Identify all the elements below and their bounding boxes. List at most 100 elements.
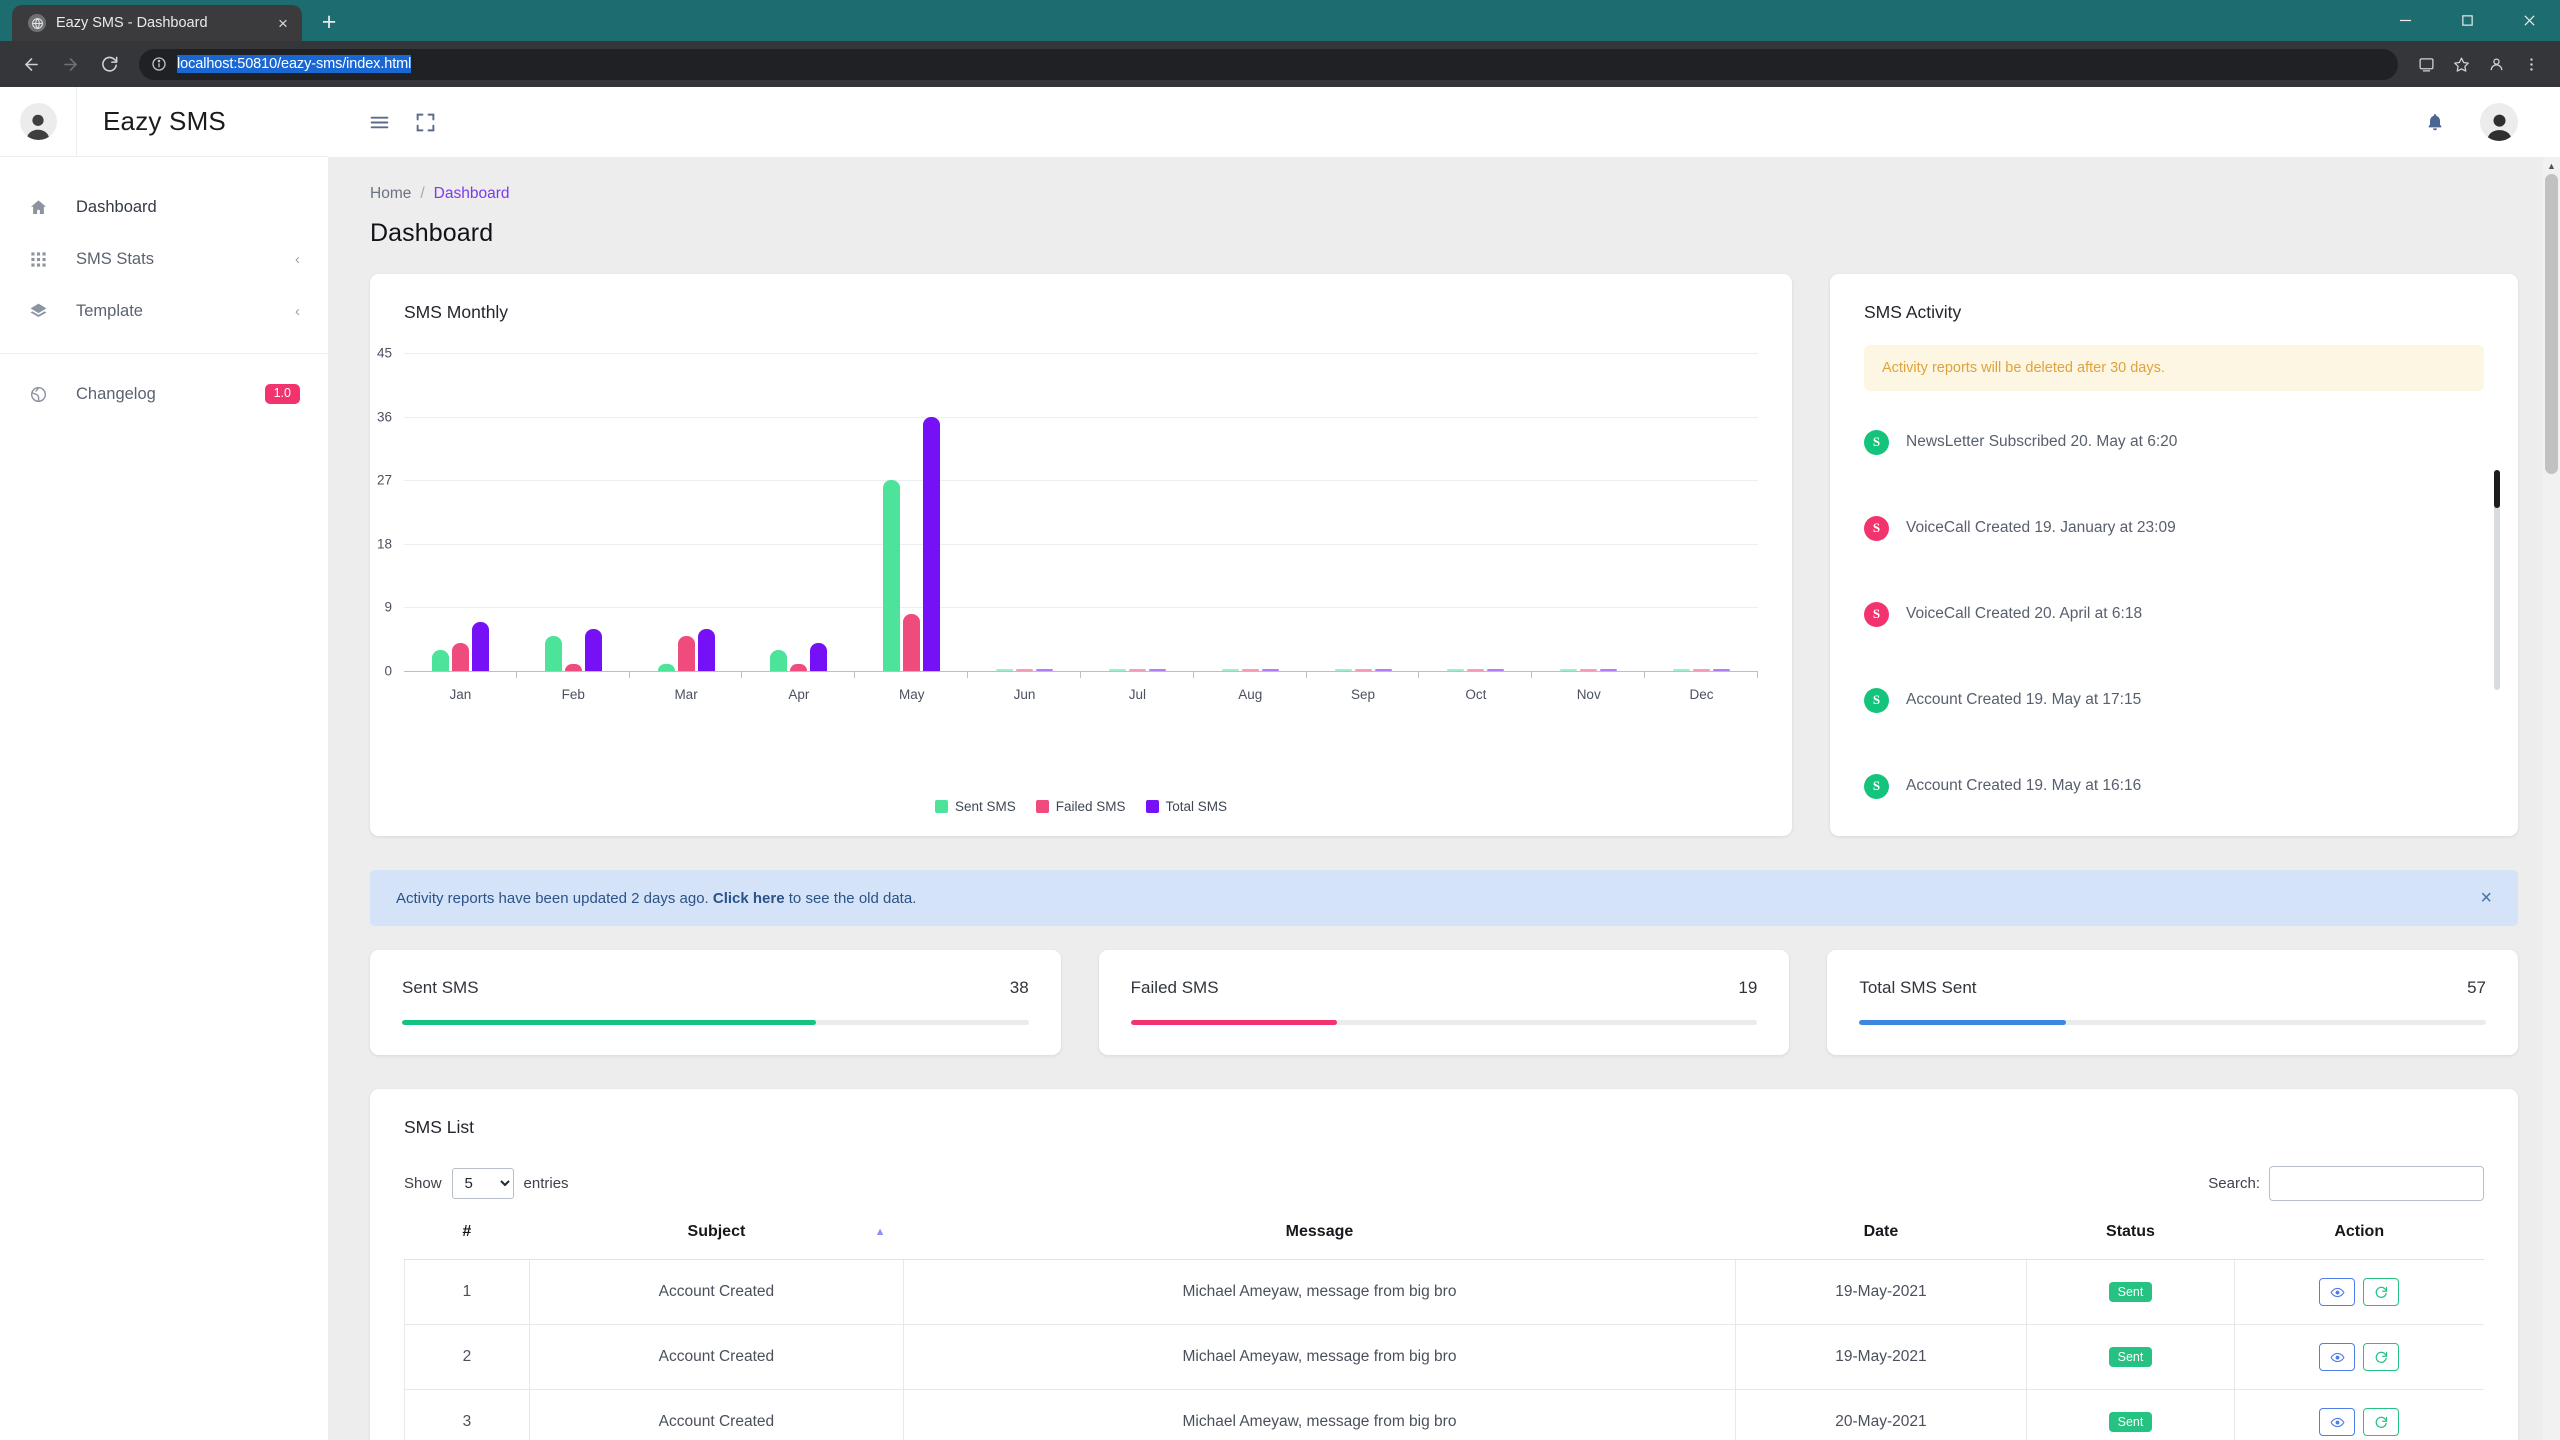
breadcrumb-home[interactable]: Home xyxy=(370,185,411,203)
back-button[interactable] xyxy=(14,47,48,81)
browser-tab[interactable]: Eazy SMS - Dashboard × xyxy=(12,5,302,41)
chart-bar[interactable] xyxy=(1036,669,1053,672)
chart-bar[interactable] xyxy=(472,622,489,671)
chart-bar[interactable] xyxy=(1129,669,1146,672)
breadcrumb-current[interactable]: Dashboard xyxy=(434,185,510,203)
sms-table-column-header[interactable]: Subject▲ xyxy=(529,1223,903,1260)
chart-bar[interactable] xyxy=(1375,669,1392,672)
refresh-icon[interactable] xyxy=(2363,1343,2399,1371)
chart-legend-item[interactable]: Sent SMS xyxy=(935,799,1016,814)
expand-icon[interactable] xyxy=(402,99,448,145)
site-info-icon[interactable] xyxy=(151,56,167,72)
chart-bar[interactable] xyxy=(810,643,827,671)
eye-icon[interactable] xyxy=(2319,1278,2355,1306)
chart-bar[interactable] xyxy=(565,664,582,671)
page-title: Dashboard xyxy=(370,219,2518,248)
chart-bar[interactable] xyxy=(1355,669,1372,672)
sms-table-column-header[interactable]: Message xyxy=(904,1223,1736,1260)
chart-bar[interactable] xyxy=(923,417,940,671)
chart-bar[interactable] xyxy=(790,664,807,671)
sms-table-column-header[interactable]: Date xyxy=(1735,1223,2026,1260)
page-scrollbar[interactable]: ▲ xyxy=(2543,157,2560,1440)
hamburger-icon[interactable] xyxy=(356,99,402,145)
chart-bar[interactable] xyxy=(585,629,602,671)
search-input[interactable] xyxy=(2269,1166,2484,1201)
sidebar-item-sms-stats[interactable]: SMS Stats ‹ xyxy=(0,233,328,285)
reload-button[interactable] xyxy=(92,47,126,81)
sidebar-item-changelog[interactable]: Changelog 1.0 xyxy=(0,368,328,420)
chart-bar[interactable] xyxy=(1560,669,1577,672)
chart-bar[interactable] xyxy=(1242,669,1259,672)
chart-bar[interactable] xyxy=(698,629,715,671)
chart-bar[interactable] xyxy=(1447,669,1464,672)
chart-bar[interactable] xyxy=(678,636,695,671)
eye-icon[interactable] xyxy=(2319,1408,2355,1436)
chart-bar[interactable] xyxy=(883,480,900,671)
activity-item[interactable]: SAccount Created 19. May at 16:16 xyxy=(1864,743,2484,829)
tab-close-icon[interactable]: × xyxy=(272,12,294,34)
chart-bar[interactable] xyxy=(1673,669,1690,672)
activity-item[interactable]: SVoiceCall Created 20. April at 6:18 xyxy=(1864,571,2484,657)
sms-table-column-header[interactable]: Action xyxy=(2234,1223,2484,1260)
page-scrollbar-thumb[interactable] xyxy=(2545,174,2558,474)
info-text-before: Activity reports have been updated 2 day… xyxy=(396,890,709,907)
chart-bar[interactable] xyxy=(1109,669,1126,672)
activity-item[interactable]: SVoiceCall Created 19. January at 23:09 xyxy=(1864,485,2484,571)
user-avatar[interactable] xyxy=(2480,103,2518,141)
close-icon[interactable]: × xyxy=(2480,888,2492,908)
chart-bar[interactable] xyxy=(432,650,449,671)
install-app-icon[interactable] xyxy=(2411,49,2441,79)
chart-legend-item[interactable]: Failed SMS xyxy=(1036,799,1126,814)
chart-bar[interactable] xyxy=(452,643,469,671)
chart-bar[interactable] xyxy=(1693,669,1710,672)
scroll-up-arrow[interactable]: ▲ xyxy=(2543,157,2560,174)
new-tab-button[interactable]: + xyxy=(312,5,346,39)
activity-scrollbar-thumb[interactable] xyxy=(2494,470,2500,508)
chart-bar[interactable] xyxy=(1600,669,1617,672)
sms-table-body: 1Account CreatedMichael Ameyaw, message … xyxy=(405,1260,2485,1440)
chart-bar[interactable] xyxy=(1580,669,1597,672)
sidebar-item-template[interactable]: Template ‹ xyxy=(0,285,328,337)
bell-icon[interactable] xyxy=(2412,99,2458,145)
chart-bar[interactable] xyxy=(545,636,562,671)
chart-legend-item[interactable]: Total SMS xyxy=(1146,799,1228,814)
activity-item[interactable]: SAccount Created 19. May at 17:15 xyxy=(1864,657,2484,743)
chart-bar[interactable] xyxy=(903,614,920,671)
page-size-select[interactable]: 5102550100 xyxy=(452,1168,514,1199)
minimize-button[interactable] xyxy=(2374,0,2436,41)
chart-bar[interactable] xyxy=(1713,669,1730,672)
sms-table-column-header[interactable]: Status xyxy=(2027,1223,2235,1260)
sms-table-column-header[interactable]: # xyxy=(405,1223,530,1260)
address-bar[interactable]: localhost:50810/eazy-sms/index.html xyxy=(139,49,2398,80)
chart-bar[interactable] xyxy=(1335,669,1352,672)
refresh-icon[interactable] xyxy=(2363,1408,2399,1436)
eye-icon[interactable] xyxy=(2319,1343,2355,1371)
browser-menu-icon[interactable] xyxy=(2516,49,2546,79)
chart-bar[interactable] xyxy=(658,664,675,671)
maximize-button[interactable] xyxy=(2436,0,2498,41)
activity-scrollbar[interactable] xyxy=(2494,470,2500,690)
sidebar-item-label: Template xyxy=(76,302,295,321)
chart-bar[interactable] xyxy=(1262,669,1279,672)
chart-legend: Sent SMS Failed SMS Total SMS xyxy=(370,799,1792,814)
info-link[interactable]: Click here xyxy=(713,890,785,907)
forward-button[interactable] xyxy=(53,47,87,81)
activity-item[interactable]: SVoiceCall Created 19. May at 11:58 xyxy=(1864,829,2484,836)
chart-bar[interactable] xyxy=(1222,669,1239,672)
close-window-button[interactable] xyxy=(2498,0,2560,41)
activity-item[interactable]: SNewsLetter Subscribed 20. May at 6:20 xyxy=(1864,399,2484,485)
profile-icon[interactable] xyxy=(2481,49,2511,79)
chart-bar[interactable] xyxy=(770,650,787,671)
chart-bar[interactable] xyxy=(996,669,1013,672)
sidebar-item-dashboard[interactable]: Dashboard xyxy=(0,181,328,233)
chart-bar[interactable] xyxy=(1487,669,1504,672)
card-title: SMS List xyxy=(370,1089,2518,1138)
chart-bar[interactable] xyxy=(1467,669,1484,672)
legend-swatch xyxy=(1036,800,1049,813)
chart-bar[interactable] xyxy=(1149,669,1166,672)
avatar xyxy=(20,103,57,140)
refresh-icon[interactable] xyxy=(2363,1278,2399,1306)
chart-x-tick xyxy=(741,671,742,678)
bookmark-star-icon[interactable] xyxy=(2446,49,2476,79)
chart-bar[interactable] xyxy=(1016,669,1033,672)
